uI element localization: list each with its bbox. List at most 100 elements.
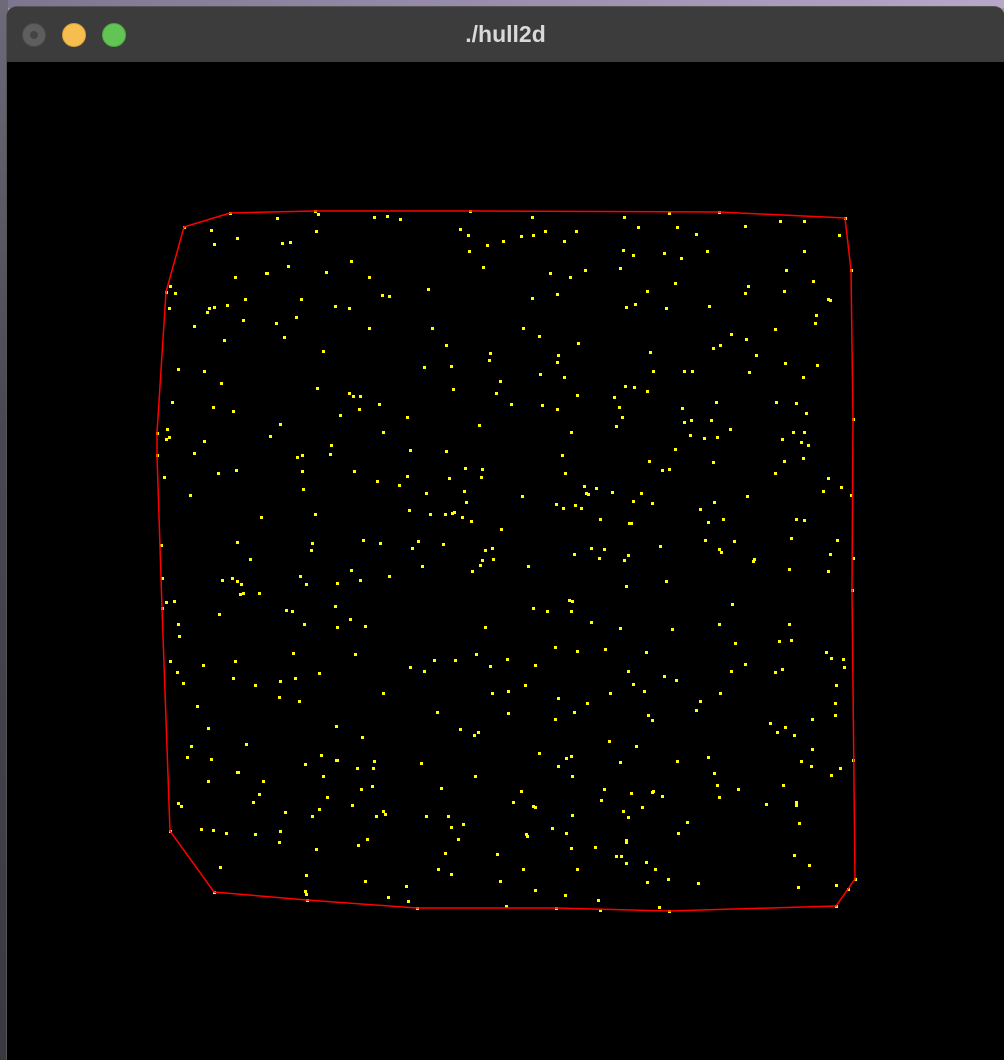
point: [586, 702, 589, 705]
point: [573, 711, 576, 714]
point: [811, 748, 814, 751]
point: [405, 885, 408, 888]
points-layer: [156, 210, 857, 913]
point: [326, 796, 329, 799]
point: [217, 472, 220, 475]
point: [425, 815, 428, 818]
point: [811, 718, 814, 721]
point: [718, 548, 721, 551]
point: [388, 575, 391, 578]
point: [317, 213, 320, 216]
point: [301, 470, 304, 473]
point: [287, 265, 290, 268]
point: [683, 370, 686, 373]
point: [704, 539, 707, 542]
point: [499, 880, 502, 883]
point: [491, 692, 494, 695]
point: [348, 392, 351, 395]
point: [315, 230, 318, 233]
point: [465, 501, 468, 504]
point: [793, 734, 796, 737]
point: [718, 623, 721, 626]
point: [571, 814, 574, 817]
point: [520, 235, 523, 238]
window-titlebar[interactable]: ./hull2d: [7, 7, 1004, 63]
point: [695, 709, 698, 712]
point: [554, 718, 557, 721]
point: [744, 225, 747, 228]
point: [294, 677, 297, 680]
point: [790, 537, 793, 540]
point: [310, 549, 313, 552]
point: [632, 254, 635, 257]
point: [316, 387, 319, 390]
point: [733, 540, 736, 543]
point: [674, 448, 677, 451]
point: [213, 306, 216, 309]
point: [311, 542, 314, 545]
point: [305, 874, 308, 877]
point: [784, 362, 787, 365]
point: [778, 640, 781, 643]
point: [506, 658, 509, 661]
point: [177, 802, 180, 805]
point: [220, 382, 223, 385]
point: [379, 542, 382, 545]
point: [366, 838, 369, 841]
point: [475, 653, 478, 656]
point: [322, 350, 325, 353]
point: [703, 437, 706, 440]
point: [661, 469, 664, 472]
point: [667, 878, 670, 881]
point: [681, 407, 684, 410]
point: [242, 592, 245, 595]
point: [196, 705, 199, 708]
point: [467, 234, 470, 237]
point: [423, 366, 426, 369]
point: [676, 226, 679, 229]
point: [615, 425, 618, 428]
point: [527, 565, 530, 568]
point: [265, 272, 268, 275]
point: [206, 311, 209, 314]
point: [526, 835, 529, 838]
point: [388, 295, 391, 298]
point: [649, 351, 652, 354]
point: [737, 788, 740, 791]
point: [436, 711, 439, 714]
point: [495, 392, 498, 395]
point: [603, 788, 606, 791]
point: [783, 290, 786, 293]
point: [546, 610, 549, 613]
point: [632, 500, 635, 503]
point: [180, 805, 183, 808]
point: [500, 528, 503, 531]
point: [442, 543, 445, 546]
point: [729, 428, 732, 431]
point: [619, 267, 622, 270]
point: [381, 294, 384, 297]
point: [173, 600, 176, 603]
point: [570, 610, 573, 613]
point: [453, 511, 456, 514]
point: [792, 431, 795, 434]
point: [534, 806, 537, 809]
point: [697, 882, 700, 885]
point: [522, 868, 525, 871]
point: [382, 692, 385, 695]
point: [663, 252, 666, 255]
point: [827, 570, 830, 573]
point: [373, 760, 376, 763]
point: [420, 762, 423, 765]
point: [234, 276, 237, 279]
point: [808, 864, 811, 867]
point: [675, 679, 678, 682]
render-canvas[interactable]: [7, 62, 1004, 1060]
point: [368, 276, 371, 279]
point: [244, 298, 247, 301]
point: [814, 322, 817, 325]
point: [623, 559, 626, 562]
point: [225, 832, 228, 835]
point: [423, 670, 426, 673]
point: [812, 280, 815, 283]
